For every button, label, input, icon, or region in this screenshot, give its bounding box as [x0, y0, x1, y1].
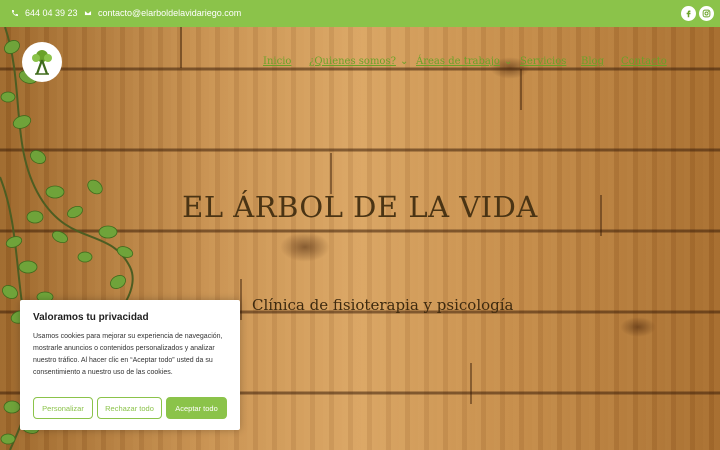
wood-knot: [280, 232, 330, 262]
top-contact-bar: 644 04 39 23 contacto@elarboldelavidarie…: [0, 0, 720, 27]
nav-item-areas-de-trabajo[interactable]: Áreas de trabajo ⌄: [416, 56, 512, 70]
nav-item-contacto[interactable]: Contacto: [621, 56, 667, 70]
wood-knot: [620, 317, 656, 337]
wood-seam: [470, 363, 472, 404]
nav-item-servicios[interactable]: Servicios: [520, 56, 566, 70]
nav-item-quienes-somos[interactable]: ¿Quienes somos? ⌄: [309, 56, 408, 70]
wood-seam: [330, 153, 332, 194]
site-logo[interactable]: [22, 42, 62, 82]
hero-title: EL ÁRBOL DE LA VIDA: [182, 190, 538, 224]
phone-icon: [12, 10, 18, 16]
email-address: contacto@elarboldelavidariego.com: [98, 8, 242, 18]
accept-all-button[interactable]: Aceptar todo: [166, 397, 227, 419]
nav-item-blog[interactable]: Blog: [581, 56, 604, 70]
instagram-link[interactable]: [699, 6, 714, 21]
phone-number: 644 04 39 23: [25, 8, 78, 18]
cookie-consent-dialog: Valoramos tu privacidad Usamos cookies p…: [20, 300, 240, 430]
hero-subtitle: Clínica de fisioterapia y psicología: [252, 296, 514, 314]
facebook-link[interactable]: [681, 6, 696, 21]
nav-item-inicio[interactable]: Inicio: [263, 56, 291, 70]
chevron-down-icon: ⌄: [399, 56, 409, 67]
customize-button[interactable]: Personalizar: [33, 397, 93, 419]
reject-all-button[interactable]: Rechazar todo: [97, 397, 162, 419]
cookie-title: Valoramos tu privacidad: [33, 312, 149, 323]
email-contact[interactable]: contacto@elarboldelavidariego.com: [84, 8, 241, 18]
tree-logo-icon: [32, 50, 52, 75]
facebook-icon: [686, 10, 691, 18]
envelope-icon: [84, 10, 92, 16]
chevron-down-icon: ⌄: [503, 56, 513, 67]
phone-contact[interactable]: 644 04 39 23: [11, 8, 78, 18]
cookie-description: Usamos cookies para mejorar su experienc…: [33, 333, 223, 376]
wood-seam: [240, 279, 242, 320]
instagram-icon: [702, 9, 711, 18]
